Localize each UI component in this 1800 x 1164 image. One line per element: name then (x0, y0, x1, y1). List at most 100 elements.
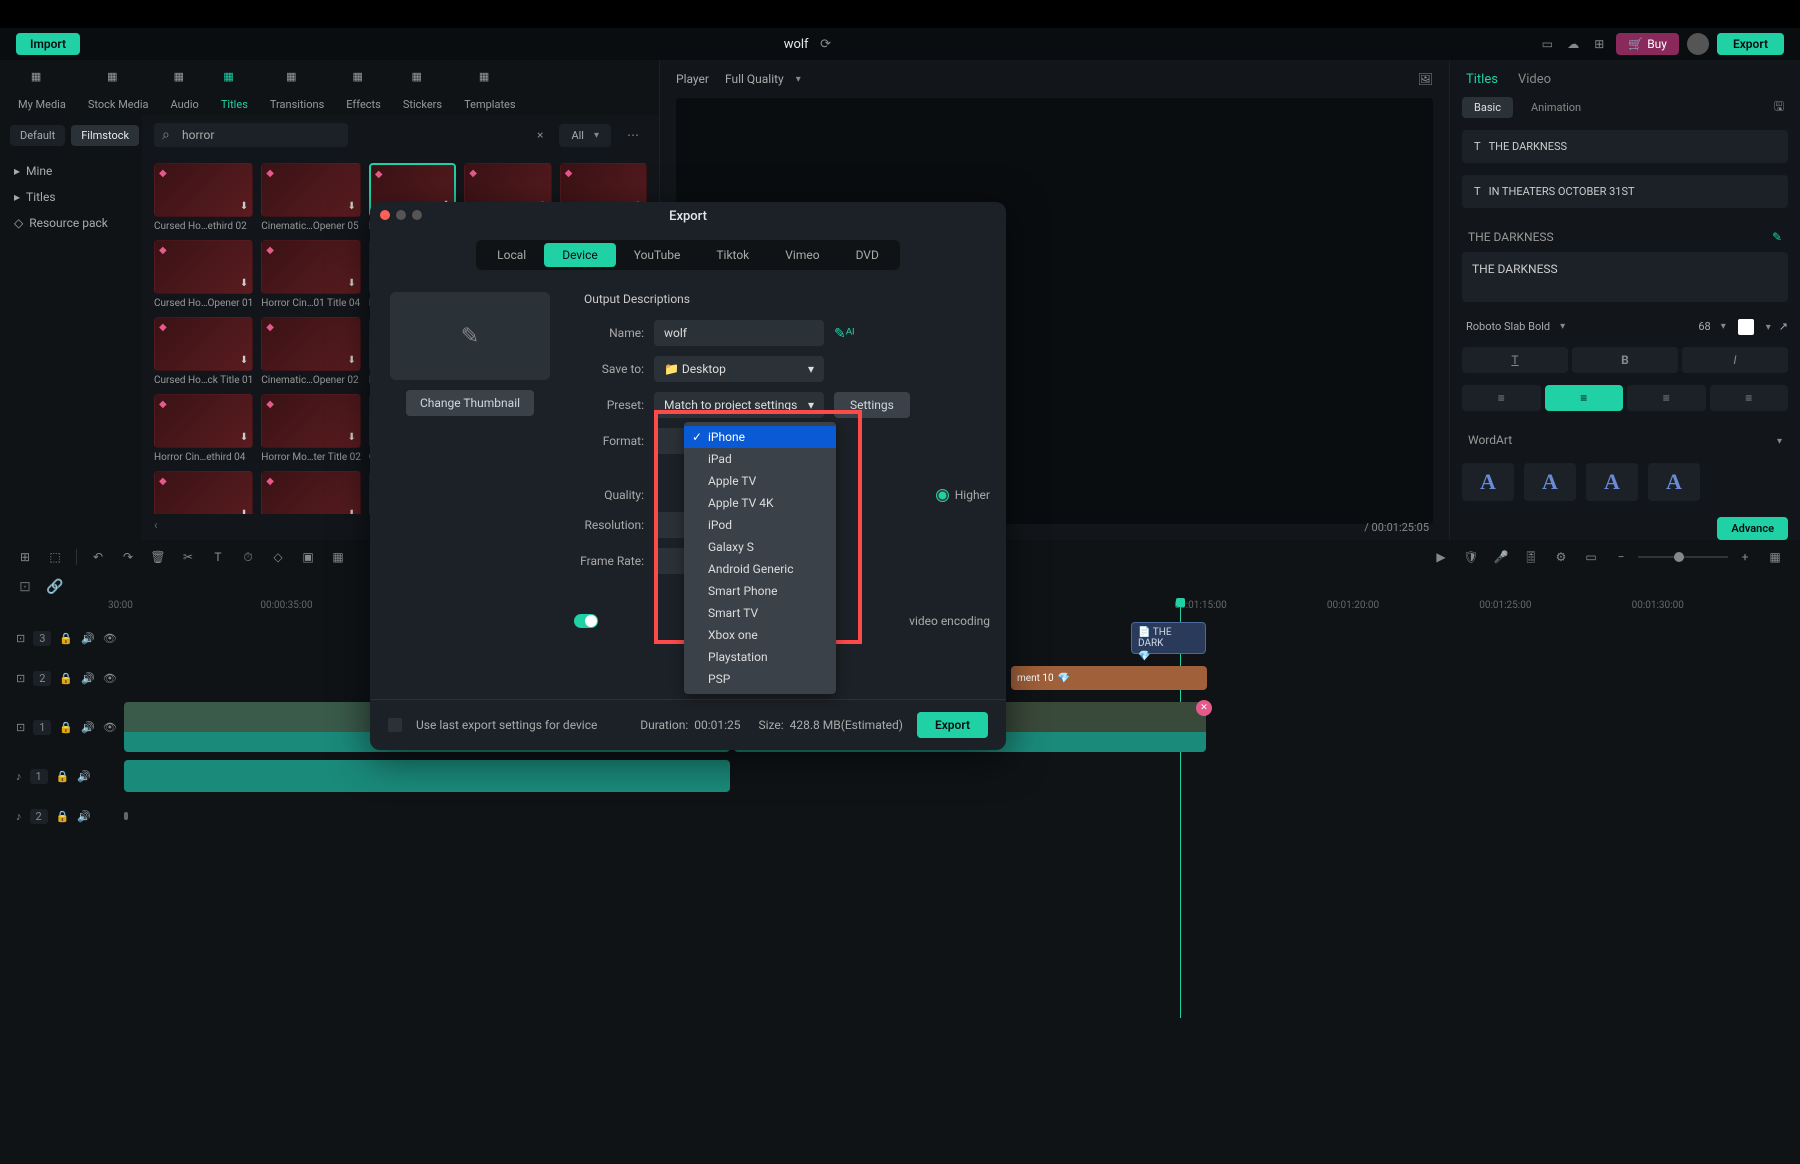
font-eyedropper-icon[interactable]: ↗ (1779, 320, 1788, 333)
tl-marker-icon[interactable]: ▭ (1582, 548, 1600, 566)
tl-crop-icon[interactable]: ▦ (329, 548, 347, 566)
wordart-preset-1[interactable]: A (1462, 463, 1514, 501)
nav-tab-templates[interactable]: ▦Templates (464, 70, 515, 111)
wordart-preset-4[interactable]: A (1648, 463, 1700, 501)
nav-tab-stickers[interactable]: ▦Stickers (403, 70, 442, 111)
use-last-settings-checkbox[interactable] (388, 718, 402, 732)
export-saveto-dropdown[interactable]: 📁 Desktop▾ (654, 356, 824, 382)
snapshot-icon[interactable]: 🖼 (1418, 72, 1433, 86)
subtab-basic[interactable]: Basic (1462, 97, 1513, 118)
format-option[interactable]: Galaxy S (684, 536, 836, 558)
format-option[interactable]: Android Generic (684, 558, 836, 580)
export-button[interactable]: Export (1717, 33, 1784, 55)
gpu-encoding-toggle[interactable] (574, 614, 598, 628)
format-option[interactable]: iPod (684, 514, 836, 536)
import-button[interactable]: Import (16, 33, 80, 55)
tl-zoom-slider[interactable] (1638, 556, 1728, 558)
tl-tag-icon[interactable]: ◇ (269, 548, 287, 566)
tl-add-icon[interactable]: ⊞ (16, 548, 34, 566)
export-name-input[interactable] (654, 320, 824, 346)
nav-tab-my-media[interactable]: ▦My Media (18, 70, 66, 111)
clip-marker[interactable]: ✕ (1196, 700, 1212, 716)
export-tab-vimeo[interactable]: Vimeo (767, 243, 837, 267)
search-input[interactable] (154, 123, 348, 147)
tl-mixer-icon[interactable]: 🎚 (1522, 548, 1540, 566)
close-icon[interactable] (380, 210, 390, 220)
clip-audio-1[interactable] (124, 760, 730, 792)
search-clear-icon[interactable]: × (537, 128, 543, 142)
subtab-animation[interactable]: Animation (1519, 97, 1593, 118)
tl-zoom-out-icon[interactable]: − (1612, 548, 1630, 566)
edit-title-icon[interactable]: ✎ (1772, 230, 1782, 244)
format-option[interactable]: PSP (684, 668, 836, 690)
clip-audio-marker[interactable] (124, 812, 128, 820)
export-tab-youtube[interactable]: YouTube (616, 243, 699, 267)
align-right-button[interactable]: ≡ (1627, 385, 1706, 411)
tl-mic-icon[interactable]: 🎤 (1492, 548, 1510, 566)
tl-shield-icon[interactable]: 🛡 (1462, 548, 1480, 566)
tl-stopwatch-icon[interactable]: ⏱ (239, 548, 257, 566)
cloud-icon[interactable]: ☁ (1564, 35, 1582, 53)
export-settings-button[interactable]: Settings (834, 392, 910, 418)
tl-link-icon[interactable]: ⊡ (16, 578, 34, 596)
tl-undo-icon[interactable]: ↶ (89, 548, 107, 566)
more-icon[interactable]: ⋯ (619, 124, 647, 146)
font-color-swatch[interactable] (1738, 319, 1754, 335)
tl-adjust-icon[interactable]: ⚙ (1552, 548, 1570, 566)
font-size-dropdown[interactable]: 68 (1694, 316, 1729, 337)
grid-icon[interactable]: ⊞ (1590, 35, 1608, 53)
media-thumb[interactable]: ◆⬇Cinematic…Opener 02 (261, 317, 361, 386)
media-thumb[interactable]: ◆⬇Cursed Ho…ethird 02 (154, 163, 253, 232)
title-layer-1[interactable]: TTHE DARKNESS (1462, 130, 1788, 163)
wordart-preset-2[interactable]: A (1524, 463, 1576, 501)
nav-tab-transitions[interactable]: ▦Transitions (270, 70, 324, 111)
export-tab-local[interactable]: Local (479, 243, 544, 267)
tl-delete-icon[interactable]: 🗑 (149, 548, 167, 566)
media-thumb[interactable]: ◆⬇Horror Cin…02 Title 01 (261, 471, 361, 514)
media-thumb[interactable]: ◆⬇Horror Cin…ethird 03 (154, 471, 253, 514)
align-center-button[interactable]: ≡ (1545, 385, 1624, 411)
format-option[interactable]: iPad (684, 448, 836, 470)
filter-all-dropdown[interactable]: All (559, 124, 611, 147)
format-option[interactable]: Playstation (684, 646, 836, 668)
display-icon[interactable]: ▭ (1538, 35, 1556, 53)
tree-titles[interactable]: ▸Titles (10, 184, 132, 210)
format-option[interactable]: Xbox one (684, 624, 836, 646)
tl-play-icon[interactable]: ▶ (1432, 548, 1450, 566)
change-thumbnail-button[interactable]: Change Thumbnail (406, 390, 534, 416)
pill-filmstock[interactable]: Filmstock (71, 125, 139, 146)
export-tab-device[interactable]: Device (544, 243, 616, 267)
tl-group-icon[interactable]: ▣ (299, 548, 317, 566)
media-thumb[interactable]: ◆⬇Horror Cin…01 Title 04 (261, 240, 361, 309)
tl-cut-icon[interactable]: ✂ (179, 548, 197, 566)
nav-tab-stock-media[interactable]: ▦Stock Media (88, 70, 149, 111)
format-option[interactable]: Apple TV (684, 470, 836, 492)
nav-tab-audio[interactable]: ▦Audio (171, 70, 199, 111)
font-color-chevron-icon[interactable] (1762, 320, 1771, 333)
tl-select-icon[interactable]: ⬚ (46, 548, 64, 566)
format-option[interactable]: Smart Phone (684, 580, 836, 602)
title-layer-2[interactable]: TIN THEATERS OCTOBER 31ST (1462, 175, 1788, 208)
media-thumb[interactable]: ◆⬇Cursed Ho…ck Title 01 (154, 317, 253, 386)
save-preset-icon[interactable]: 🖫 (1770, 99, 1788, 117)
nav-tab-titles[interactable]: ▦Titles (221, 70, 248, 111)
tree-resource-pack[interactable]: ◇Resource pack (10, 210, 132, 236)
clip-title[interactable]: 📄 THE DARK💎 (1131, 622, 1206, 654)
avatar[interactable] (1687, 33, 1709, 55)
tl-text-icon[interactable]: T (209, 548, 227, 566)
ai-rename-icon[interactable]: ✎ᴬᴵ (834, 325, 854, 342)
title-text-input[interactable]: THE DARKNESS (1462, 252, 1788, 302)
wordart-preset-3[interactable]: A (1586, 463, 1638, 501)
media-thumb[interactable]: ◆⬇Cinematic…Opener 05 (261, 163, 361, 232)
tab-video[interactable]: Video (1518, 72, 1551, 87)
export-preset-dropdown[interactable]: Match to project settings▾ (654, 392, 824, 418)
font-family-dropdown[interactable]: Roboto Slab Bold (1462, 316, 1569, 337)
wordart-chevron-icon[interactable] (1773, 433, 1782, 447)
tab-titles[interactable]: Titles (1466, 72, 1498, 87)
player-quality-dropdown[interactable]: Full Quality (725, 72, 801, 86)
format-option[interactable]: Smart TV (684, 602, 836, 624)
export-tab-dvd[interactable]: DVD (838, 243, 897, 267)
underline-button[interactable]: T (1462, 347, 1568, 373)
pill-default[interactable]: Default (10, 125, 65, 146)
tl-grid-icon[interactable]: ▦ (1766, 548, 1784, 566)
